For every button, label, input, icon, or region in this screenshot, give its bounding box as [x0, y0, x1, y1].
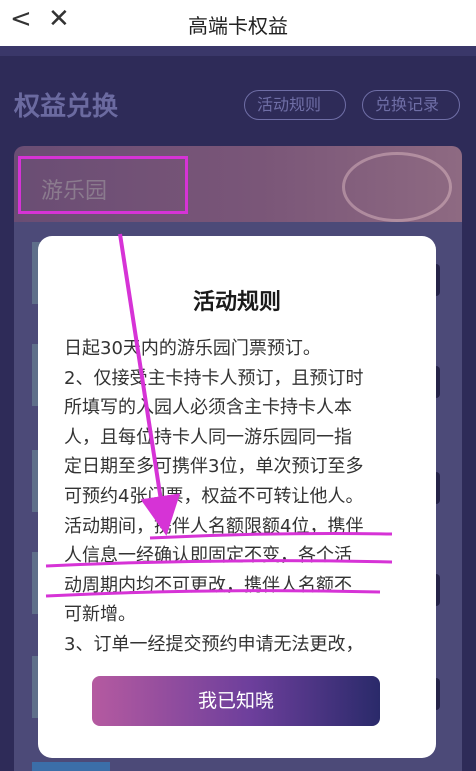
item-thumbnail[interactable] [32, 762, 110, 771]
confirm-button[interactable]: 我已知晓 [92, 676, 380, 726]
title-bar: < ✕ 高端卡权益 [0, 0, 476, 46]
rules-line: 2、仅接受主卡持卡人预订，且预订时 [64, 367, 364, 389]
top-tab-strip [0, 46, 476, 56]
rules-line: 活动期间，携伴人名额限额4位，携伴 [64, 515, 364, 537]
rules-line: 所填写的入园人必须含主卡持卡人本 [64, 397, 352, 419]
rules-line: 可预约4张门票，权益不可转让他人。 [64, 485, 364, 507]
rules-line: 3、订单一经提交预约申请无法更改， [64, 633, 364, 655]
rules-line: 人，且每位持卡人同一游乐园同一指 [64, 426, 352, 448]
records-button[interactable]: 兑换记录 [362, 90, 460, 120]
rules-line: 动周期内均不可更改，携伴人名额不 [64, 574, 352, 596]
rules-button[interactable]: 活动规则 [244, 90, 346, 120]
section-title: 权益兑换 [14, 92, 119, 122]
category-label[interactable]: 游乐园 [18, 156, 188, 214]
rules-line: 人信息一经确认即固定不变，各个活 [64, 545, 352, 567]
page-title: 高端卡权益 [188, 14, 288, 38]
rules-line: 定日期至多可携伴3位，单次预订至多 [64, 456, 364, 478]
rules-text[interactable]: 日起30天内的游乐园门票预订。 2、仅接受主卡持卡人预订，且预订时 所填写的入园… [64, 334, 418, 660]
rules-modal: 活动规则 日起30天内的游乐园门票预订。 2、仅接受主卡持卡人预订，且预订时 所… [38, 236, 436, 758]
rules-line: 日起30天内的游乐园门票预订。 [64, 338, 321, 359]
ferris-wheel-icon [342, 152, 452, 222]
modal-title: 活动规则 [192, 290, 281, 315]
rules-line: 可新增。 [64, 604, 136, 626]
